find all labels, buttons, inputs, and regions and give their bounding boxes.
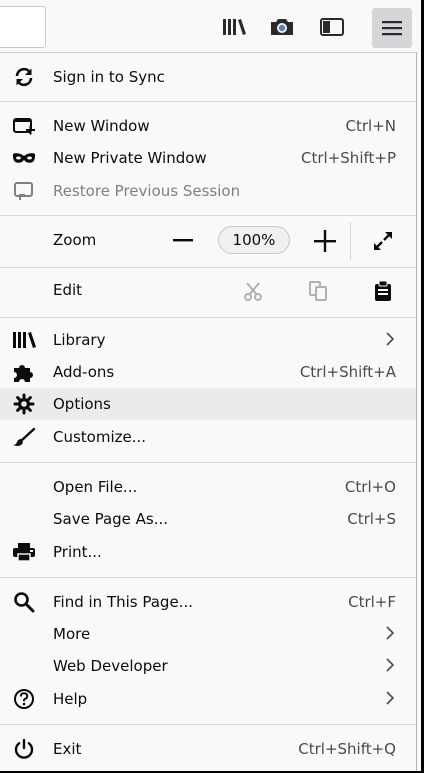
hamburger-menu-icon [382,21,402,36]
screenshot-button[interactable] [266,10,298,44]
library-button[interactable] [218,10,250,44]
copy-icon [309,281,327,301]
new-window-label: New Window [53,117,150,135]
customize-label: Customize... [53,428,147,446]
customize-item[interactable]: Customize... [0,421,416,453]
addons-item[interactable]: Add-ons Ctrl+Shift+A [0,356,416,388]
options-item[interactable]: Options [0,388,416,420]
edit-row: Edit [0,268,416,314]
plus-icon [314,230,336,252]
find-in-page-shortcut: Ctrl+F [348,593,396,611]
sign-in-sync-item[interactable]: Sign in to Sync [0,61,416,93]
addons-shortcut: Ctrl+Shift+A [299,363,396,381]
sidebar-button[interactable] [316,10,348,44]
restore-session-item[interactable]: Restore Previous Session [0,175,416,207]
library-icon [12,329,36,351]
zoom-out-button[interactable] [170,230,196,252]
open-file-item[interactable]: Open File... Ctrl+O [0,471,416,503]
web-developer-item[interactable]: Web Developer [0,650,416,682]
cut-icon [244,282,262,301]
sidebar-icon [320,18,344,36]
new-private-window-label: New Private Window [53,149,207,167]
new-private-window-item[interactable]: New Private Window Ctrl+Shift+P [0,142,416,174]
addons-label: Add-ons [53,363,115,381]
save-page-label: Save Page As... [53,510,169,528]
find-in-page-label: Find in This Page... [53,593,193,611]
library-icon [223,19,246,35]
library-label: Library [53,331,106,349]
save-page-item[interactable]: Save Page As... Ctrl+S [0,503,416,535]
copy-button[interactable] [305,280,331,302]
app-menu-panel: Sign in to Sync New Window Ctrl+N New Pr… [0,52,417,771]
fullscreen-button[interactable] [370,229,396,253]
zoom-label: Zoom [53,231,97,249]
chevron-right-icon [384,656,396,674]
separator [0,577,416,578]
fullscreen-icon [374,232,392,250]
open-file-shortcut: Ctrl+O [344,478,396,496]
zoom-divider [350,222,351,260]
zoom-reset-button[interactable]: 100% [218,226,290,254]
restore-session-icon [12,180,36,202]
help-icon [12,688,36,710]
zoom-row: Zoom 100% [0,218,416,264]
toolbar [0,0,421,54]
exit-label: Exit [53,740,82,758]
puzzle-piece-icon [12,361,36,383]
more-item[interactable]: More [0,618,416,650]
browser-window: Sign in to Sync New Window Ctrl+N New Pr… [0,0,423,773]
open-menu-button[interactable] [372,8,412,48]
new-private-window-shortcut: Ctrl+Shift+P [301,149,396,167]
separator [0,101,416,102]
sign-in-label: Sign in to Sync [53,68,165,86]
exit-item[interactable]: Exit Ctrl+Shift+Q [0,733,416,765]
screenshot-icon [271,19,293,35]
help-item[interactable]: Help [0,683,416,715]
separator [0,317,416,318]
help-label: Help [53,690,88,708]
sync-icon [12,66,36,88]
edit-label: Edit [53,281,83,299]
find-in-page-item[interactable]: Find in This Page... Ctrl+F [0,586,416,618]
separator [0,215,416,216]
paste-button[interactable] [370,279,396,303]
printer-icon [12,541,36,563]
paintbrush-icon [12,426,36,448]
open-file-label: Open File... [53,478,138,496]
exit-shortcut: Ctrl+Shift+Q [298,740,396,758]
more-label: More [53,625,91,643]
chevron-right-icon [384,330,396,348]
restore-session-label: Restore Previous Session [53,182,241,200]
chevron-right-icon [384,624,396,642]
save-page-shortcut: Ctrl+S [347,510,396,528]
new-window-icon [12,115,36,137]
print-label: Print... [53,543,102,561]
new-window-shortcut: Ctrl+N [345,117,396,135]
separator [0,724,416,725]
chevron-right-icon [384,689,396,707]
separator [0,462,416,463]
zoom-in-button[interactable] [312,230,338,252]
options-label: Options [53,395,111,413]
library-item[interactable]: Library [0,324,416,356]
print-item[interactable]: Print... [0,536,416,568]
search-icon [12,591,36,613]
url-bar[interactable] [0,6,46,48]
minus-icon [173,239,193,242]
cut-button[interactable] [240,280,266,302]
web-developer-label: Web Developer [53,657,168,675]
new-window-item[interactable]: New Window Ctrl+N [0,110,416,142]
paste-icon [375,280,391,301]
private-mask-icon [12,147,36,169]
power-icon [12,738,36,760]
gear-icon [12,393,36,415]
